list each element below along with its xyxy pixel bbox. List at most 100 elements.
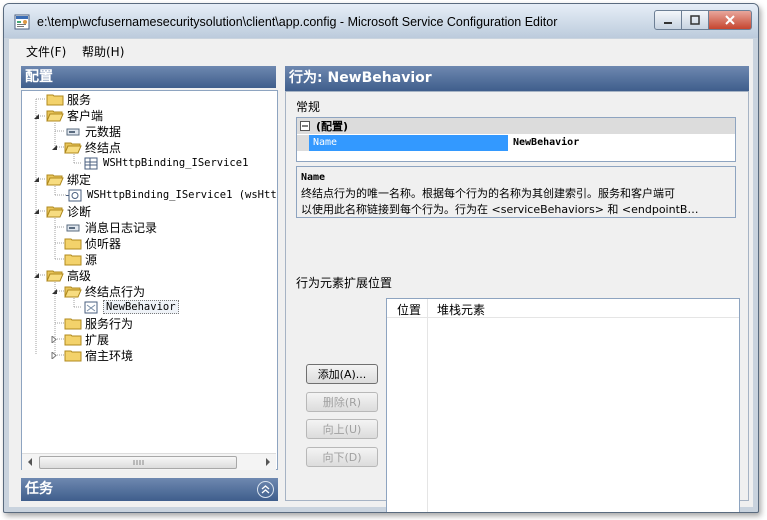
tree-item-bindings[interactable]: 绑定 [46,171,91,187]
list-header: 位置 堆栈元素 [387,299,739,318]
tree-item-label: 客户端 [67,108,104,123]
folder-icon [64,238,82,249]
tree-item-listeners[interactable]: 侦听器 [64,235,121,251]
metadata-icon [66,128,80,135]
scrollbar-thumb[interactable] [39,456,237,469]
general-group-label: 常规 [296,100,321,114]
menu-file[interactable]: 文件(F) [26,43,66,60]
tree-item-service-behaviors[interactable]: 服务行为 [64,315,133,331]
tree-item-client-endpoint[interactable]: WSHttpBinding_IService1 [82,155,248,171]
expand-diagnostics-icon[interactable] [33,208,40,215]
endpoint-icon [84,157,98,169]
behavior-editor: 常规 (配置) Name NewBehavior Name 终结点行为的唯一名称… [285,91,749,512]
tree-item-client[interactable]: 客户端 [46,107,103,123]
tree-item-message-logging[interactable]: 消息日志记录 [64,219,157,235]
binding-icon [66,189,82,201]
column-divider [427,299,428,512]
grid-property-label[interactable]: Name [309,135,508,151]
tree-item-label: 元数据 [85,124,122,139]
tree-item-label: 终结点行为 [85,284,146,299]
description-line-1: 终结点行为的唯一名称。根据每个行为的名称为其创建索引。服务和客户端可 [301,187,675,200]
tree-item-label: 扩展 [85,332,110,347]
description-line-2: 以使用此名称链接到每个行为。行为在 <serviceBehaviors> 和 <… [301,203,699,216]
title-bar[interactable]: e:\temp\wcfusernamesecuritysolution\clie… [4,4,758,38]
maximize-button[interactable] [682,10,709,30]
move-down-button[interactable]: 向下(D) [306,447,378,467]
window-title: e:\temp\wcfusernamesecuritysolution\clie… [37,15,558,29]
behavior-title: 行为: NewBehavior [285,66,749,91]
move-up-button[interactable]: 向上(U) [306,419,378,439]
extension-stack-list[interactable]: 位置 堆栈元素 [386,298,740,512]
tree-item-advanced[interactable]: 高级 [46,267,91,283]
tree-item-label: 终结点 [85,140,122,155]
scroll-left-button[interactable] [22,454,38,470]
tree-item-sources[interactable]: 源 [64,251,97,267]
expand-hosting-icon[interactable] [51,352,58,359]
tree-item-label: 高级 [67,268,92,283]
property-grid[interactable]: (配置) Name NewBehavior [296,117,736,162]
scroll-right-button[interactable] [260,454,276,470]
folder-open-icon [46,206,64,217]
config-pane-title: 配置 [21,66,276,88]
tree-item-newbehavior[interactable]: NewBehavior [82,299,179,315]
tree-item-label: WSHttpBinding_IService1 (wsHttpB [87,189,278,201]
tree-item-label: 消息日志记录 [85,220,158,235]
arrow-right-icon [266,458,270,466]
menu-help[interactable]: 帮助(H) [82,43,124,60]
grid-property-value[interactable]: NewBehavior [509,135,735,151]
config-editor-icon [14,14,30,30]
tree-item-label: WSHttpBinding_IService1 [103,157,249,169]
tree-item-endpoint-behaviors[interactable]: 终结点行为 [64,283,145,299]
expand-bindings-icon[interactable] [33,176,40,183]
folder-icon [64,318,82,329]
tasks-label: 任务 [25,481,53,497]
tasks-collapse-button[interactable] [257,481,274,498]
behavior-icon [84,301,98,313]
folder-open-icon [64,142,82,153]
grid-category-row[interactable]: (配置) [297,118,735,134]
close-button[interactable] [709,10,752,30]
tree-item-label: 诊断 [67,204,92,219]
tree-item-label: 绑定 [67,172,92,187]
tasks-panel-header[interactable]: 任务 [21,478,278,501]
folder-open-icon [46,110,64,121]
add-button[interactable]: 添加(A)... [306,364,378,384]
tree-item-diagnostics[interactable]: 诊断 [46,203,91,219]
double-chevron-up-icon [261,485,270,494]
app-window: e:\temp\wcfusernamesecuritysolution\clie… [3,3,759,513]
column-header-stack-element[interactable]: 堆栈元素 [437,301,485,318]
tree-item-label: 服务行为 [85,316,134,331]
expand-endpoint-behaviors-icon[interactable] [51,288,58,295]
tree-horizontal-scrollbar[interactable] [22,453,276,470]
grid-row-name[interactable]: Name NewBehavior [297,135,735,151]
tree-item-endpoints[interactable]: 终结点 [64,139,121,155]
tree-item-extensions[interactable]: 扩展 [64,331,109,347]
extension-group-label: 行为元素扩展位置 [296,276,393,290]
property-description: Name 终结点行为的唯一名称。根据每个行为的名称为其创建索引。服务和客户端可 … [296,166,736,218]
tree-item-services[interactable]: 服务 [46,91,91,107]
tree-item-hosting-environment[interactable]: 宿主环境 [64,347,133,363]
arrow-left-icon [28,458,32,466]
folder-icon [46,94,64,105]
tree-item-metadata[interactable]: 元数据 [64,123,121,139]
folder-open-icon [64,286,82,297]
menu-bar: 文件(F) 帮助(H) [9,39,753,62]
config-tree[interactable]: 服务 客户端 元数据 终结点 WSHttpBinding_IService1 绑… [21,90,278,470]
expand-client-icon[interactable] [33,113,40,120]
delete-button[interactable]: 删除(R) [306,392,378,412]
tree-item-label: 源 [85,252,98,267]
expand-endpoints-icon[interactable] [51,144,58,151]
minimize-button[interactable] [654,10,682,30]
folder-icon [64,350,82,361]
description-title: Name [301,172,326,183]
close-icon [725,15,735,25]
column-header-position[interactable]: 位置 [397,301,421,318]
tree-item-label: NewBehavior [103,300,179,314]
collapse-icon[interactable] [300,121,310,131]
tree-item-binding-config[interactable]: WSHttpBinding_IService1 (wsHttpB [66,187,278,203]
folder-icon [64,254,82,265]
grid-category-label: (配置) [316,120,349,133]
window-controls [654,10,752,30]
expand-advanced-icon[interactable] [33,272,40,279]
expand-extensions-icon[interactable] [51,336,58,343]
